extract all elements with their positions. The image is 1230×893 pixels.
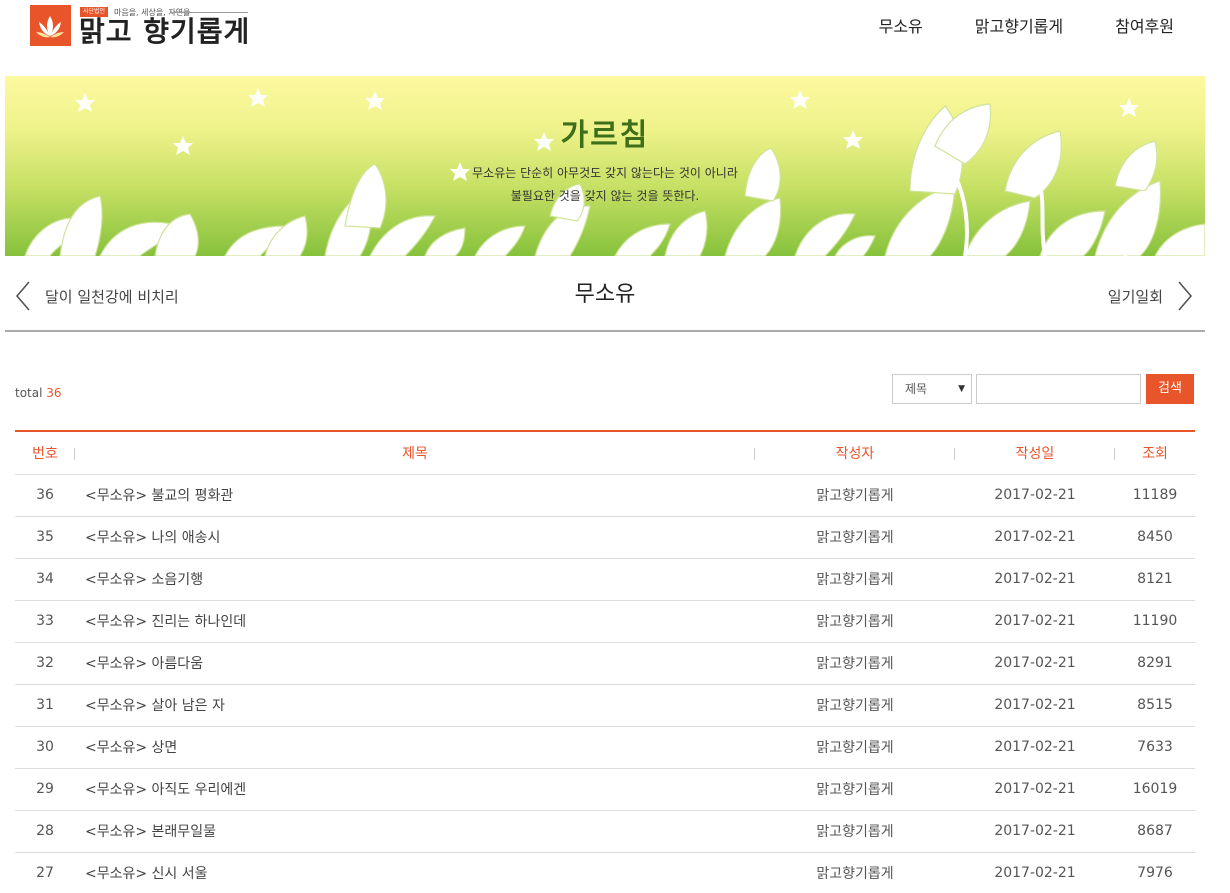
table-row[interactable]: 32 <무소유> 아름다움 맑고향기롭게 2017-02-21 8291	[15, 642, 1195, 684]
post-author: 맑고향기롭게	[816, 740, 894, 756]
post-title-link[interactable]: <무소유> 나의 애송시	[75, 516, 755, 558]
post-title-link[interactable]: <무소유> 아직도 우리에겐	[75, 768, 755, 810]
search-button[interactable]: 검색	[1146, 374, 1194, 404]
post-number: 32	[36, 655, 54, 671]
post-date: 2017-02-21	[994, 655, 1076, 671]
post-title-link[interactable]: <무소유> 아름다움	[75, 642, 755, 684]
post-author: 맑고향기롭게	[816, 782, 894, 798]
lotus-logo-icon	[30, 5, 71, 46]
logo-divider	[170, 12, 248, 13]
post-views: 8687	[1137, 823, 1173, 839]
chevron-right-icon	[1178, 281, 1193, 311]
table-row[interactable]: 35 <무소유> 나의 애송시 맑고향기롭게 2017-02-21 8450	[15, 516, 1195, 558]
post-number: 30	[36, 739, 54, 755]
post-title-link[interactable]: <무소유> 불교의 평화관	[75, 474, 755, 516]
post-number: 34	[36, 571, 54, 587]
post-date: 2017-02-21	[994, 739, 1076, 755]
post-number: 29	[36, 781, 54, 797]
post-views: 11190	[1132, 613, 1178, 629]
search-field-select[interactable]: 제목 ▼	[892, 374, 972, 404]
post-date: 2017-02-21	[994, 529, 1076, 545]
post-views: 8121	[1137, 571, 1173, 587]
search-field-value: 제목	[905, 382, 928, 396]
post-number: 27	[36, 865, 54, 881]
table-row[interactable]: 28 <무소유> 본래무일물 맑고향기롭게 2017-02-21 8687	[15, 810, 1195, 852]
post-title-link[interactable]: <무소유> 본래무일물	[75, 810, 755, 852]
post-date: 2017-02-21	[994, 487, 1076, 503]
banner-title: 가르침	[560, 118, 650, 153]
nav-item-support[interactable]: 참여후원	[1115, 16, 1174, 38]
post-author: 맑고향기롭게	[816, 656, 894, 672]
post-number: 36	[36, 487, 54, 503]
banner-subtitle-line2: 불필요한 것을 갖지 않는 것을 뜻한다.	[510, 189, 700, 203]
post-title-link[interactable]: <무소유> 신시 서울	[75, 852, 755, 893]
post-views: 7633	[1137, 739, 1173, 755]
post-views: 11189	[1132, 487, 1178, 503]
table-row[interactable]: 33 <무소유> 진리는 하나인데 맑고향기롭게 2017-02-21 11190	[15, 600, 1195, 642]
post-date: 2017-02-21	[994, 613, 1076, 629]
post-views: 16019	[1132, 781, 1178, 797]
star-icon	[790, 90, 810, 109]
site-logo[interactable]: 사단법인 마음을, 세상을, 자연을 맑고 향기롭게	[30, 5, 255, 50]
site-header: 사단법인 마음을, 세상을, 자연을 맑고 향기롭게 무소유 맑고향기롭게 참여…	[0, 0, 1230, 72]
post-views: 8291	[1137, 655, 1173, 671]
post-title-link[interactable]: <무소유> 살아 남은 자	[75, 684, 755, 726]
total-count: total 36	[15, 386, 62, 400]
post-author: 맑고향기롭게	[816, 530, 894, 546]
logo-text: 맑고 향기롭게	[79, 15, 251, 48]
post-number: 28	[36, 823, 54, 839]
post-date: 2017-02-21	[994, 823, 1076, 839]
table-row[interactable]: 30 <무소유> 상면 맑고향기롭게 2017-02-21 7633	[15, 726, 1195, 768]
next-section-label: 일기일회	[1107, 287, 1163, 306]
table-row[interactable]: 34 <무소유> 소음기행 맑고향기롭게 2017-02-21 8121	[15, 558, 1195, 600]
post-title-link[interactable]: <무소유> 상면	[75, 726, 755, 768]
total-label: total	[15, 386, 43, 400]
page-title: 무소유	[574, 282, 636, 307]
post-number: 35	[36, 529, 54, 545]
col-header-number: 번호	[15, 431, 75, 474]
col-header-title: 제목	[75, 431, 755, 474]
star-icon	[365, 91, 385, 110]
post-table: 번호 제목 작성자 작성일 조회 36 <무소유> 불교의 평화관 맑고향기롭게 20…	[15, 430, 1195, 893]
post-date: 2017-02-21	[994, 571, 1076, 587]
post-author: 맑고향기롭게	[816, 824, 894, 840]
table-row[interactable]: 36 <무소유> 불교의 평화관 맑고향기롭게 2017-02-21 11189	[15, 474, 1195, 516]
banner-subtitle-line1: 무소유는 단순히 아무것도 갖지 않는다는 것이 아니라	[472, 166, 738, 180]
post-title-link[interactable]: <무소유> 소음기행	[75, 558, 755, 600]
table-row[interactable]: 31 <무소유> 살아 남은 자 맑고향기롭게 2017-02-21 8515	[15, 684, 1195, 726]
total-value: 36	[46, 386, 62, 400]
section-pager: 달이 일천강에 비치리 무소유 일기일회	[5, 262, 1205, 332]
table-row[interactable]: 27 <무소유> 신시 서울 맑고향기롭게 2017-02-21 7976	[15, 852, 1195, 893]
post-views: 8515	[1137, 697, 1173, 713]
post-author: 맑고향기롭게	[816, 866, 894, 882]
dropdown-arrow-icon: ▼	[958, 384, 965, 394]
post-author: 맑고향기롭게	[816, 488, 894, 504]
nav-item-musoyu[interactable]: 무소유	[879, 16, 923, 38]
post-number: 31	[36, 697, 54, 713]
post-views: 7976	[1137, 865, 1173, 881]
post-date: 2017-02-21	[994, 781, 1076, 797]
star-icon	[248, 88, 268, 107]
next-section-link[interactable]: 일기일회	[1108, 280, 1193, 312]
post-views: 8450	[1137, 529, 1173, 545]
post-date: 2017-02-21	[994, 865, 1076, 881]
main-nav: 무소유 맑고향기롭게 참여후원	[827, 16, 1174, 38]
post-author: 맑고향기롭게	[816, 572, 894, 588]
col-header-date: 작성일	[955, 431, 1115, 474]
search-bar: 제목 ▼ 검색	[892, 374, 1194, 404]
col-header-views: 조회	[1142, 445, 1168, 462]
search-input[interactable]	[976, 374, 1141, 404]
banner-subtitle: 무소유는 단순히 아무것도 갖지 않는다는 것이 아니라 불필요한 것을 갖지 …	[5, 162, 1205, 208]
table-body: 36 <무소유> 불교의 평화관 맑고향기롭게 2017-02-21 11189 35 <무…	[15, 474, 1195, 893]
post-date: 2017-02-21	[994, 697, 1076, 713]
post-author: 맑고향기롭게	[816, 614, 894, 630]
post-title-link[interactable]: <무소유> 진리는 하나인데	[75, 600, 755, 642]
post-number: 33	[36, 613, 54, 629]
col-header-author: 작성자	[755, 431, 955, 474]
table-row[interactable]: 29 <무소유> 아직도 우리에겐 맑고향기롭게 2017-02-21 16019	[15, 768, 1195, 810]
nav-item-clear-fragrant[interactable]: 맑고향기롭게	[975, 16, 1063, 38]
hero-banner: 가르침 무소유는 단순히 아무것도 갖지 않는다는 것이 아니라 불필요한 것을…	[5, 76, 1205, 256]
table-header: 번호 제목 작성자 작성일 조회	[15, 431, 1195, 474]
post-author: 맑고향기롭게	[816, 698, 894, 714]
